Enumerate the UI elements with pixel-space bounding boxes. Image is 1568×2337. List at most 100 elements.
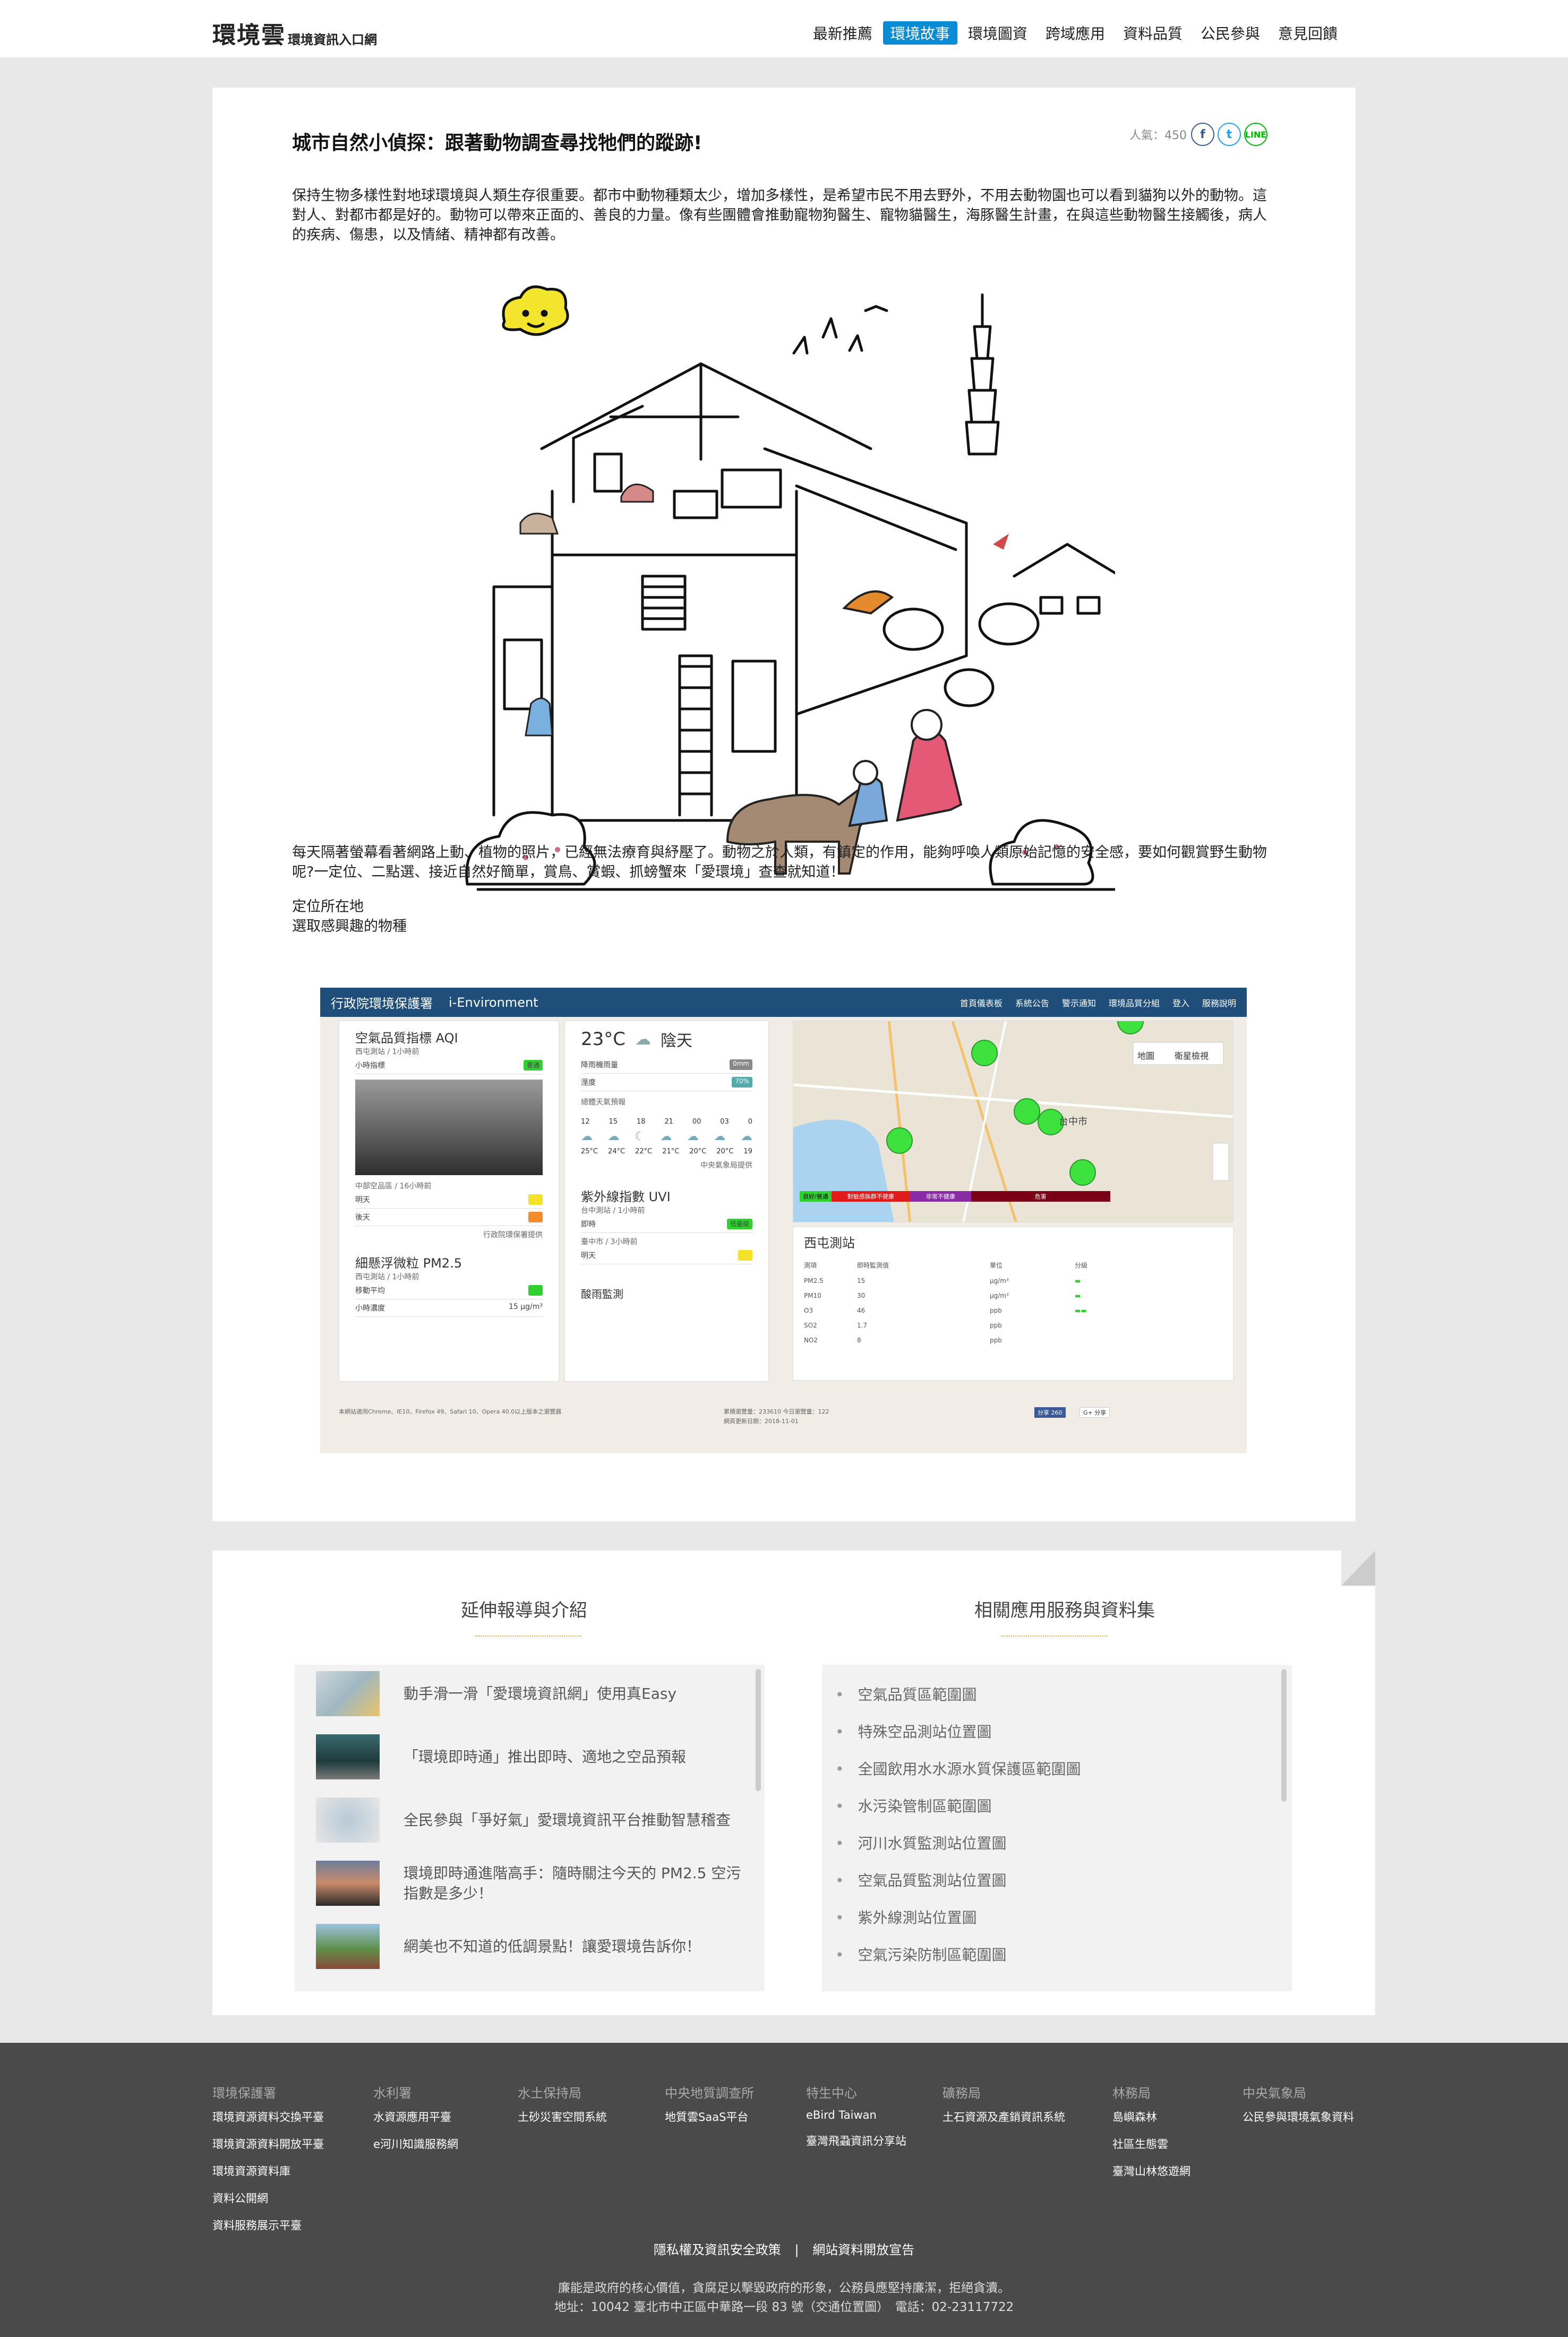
news-list: 動手滑一滑「愛環境資訊網」使用真Easy 「環境即時通」推出即時、適地之空品預報… — [295, 1665, 765, 1991]
facebook-icon[interactable]: f — [1191, 123, 1214, 146]
footer-col-weather: 中央氣象局 公民參與環境氣象資料 — [1243, 2083, 1354, 2136]
footer-link[interactable]: eBird Taiwan — [806, 2109, 906, 2121]
privacy-policy-link[interactable]: 隱私權及資訊安全政策 — [654, 2242, 781, 2257]
nav-item-participation[interactable]: 公民參與 — [1193, 21, 1267, 45]
service-link[interactable]: 空氣污染防制區範圍圖 — [835, 1944, 1007, 1965]
aqi-station: 西屯測站 / 1小時前 — [355, 1048, 419, 1056]
app-link-login[interactable]: 登入 — [1172, 996, 1189, 1009]
news-title[interactable]: 「環境即時通」推出即時、適地之空品預報 — [404, 1747, 743, 1767]
services-scrollbar[interactable] — [1281, 1669, 1287, 1802]
news-item[interactable]: 全民參與「爭好氣」愛環境資訊平台推動智慧稽查 — [316, 1797, 743, 1843]
share-buttons: f t LINE — [1191, 123, 1267, 146]
nav-item-feedback[interactable]: 意見回饋 — [1271, 21, 1345, 45]
news-title[interactable]: 全民參與「爭好氣」愛環境資訊平台推動智慧稽查 — [404, 1810, 743, 1830]
pm25-station: 西屯測站 / 1小時前 — [355, 1273, 419, 1281]
app-link-notice[interactable]: 系統公告 — [1015, 996, 1049, 1009]
service-link[interactable]: 空氣品質監測站位置圖 — [835, 1869, 1007, 1890]
uv-tomorrow: 明天 — [581, 1252, 596, 1260]
temp-label: 20°C — [716, 1148, 734, 1155]
footer-link[interactable]: 環境資源資料交換平臺 — [212, 2109, 324, 2125]
site-logo[interactable]: 環境雲 環境資訊入口網 — [212, 16, 377, 50]
hour-label: 21 — [664, 1118, 673, 1126]
news-item[interactable]: 環境即時通進階高手：隨時關注今天的 PM2.5 空污指數是多少！ — [316, 1861, 743, 1906]
app-link-quality[interactable]: 環境品質分組 — [1109, 996, 1160, 1009]
footer-link[interactable]: 水資源應用平臺 — [373, 2109, 458, 2125]
news-item[interactable]: 網美也不知道的低調景點！讓愛環境告訴你！ — [316, 1924, 743, 1969]
service-link[interactable]: 全國飲用水水源水質保護區範圍圖 — [835, 1758, 1081, 1779]
station-cell: 15 — [857, 1277, 866, 1285]
line-icon[interactable]: LINE — [1244, 123, 1267, 146]
news-scrollbar[interactable] — [756, 1669, 761, 1791]
news-title[interactable]: 環境即時通進階高手：隨時關注今天的 PM2.5 空污指數是多少！ — [404, 1863, 743, 1904]
footer-link[interactable]: 土石資源及產銷資訊系統 — [942, 2109, 1065, 2125]
news-title[interactable]: 網美也不知道的低調景點！讓愛環境告訴你！ — [404, 1937, 743, 1957]
app-link-dashboard[interactable]: 首頁儀表板 — [960, 996, 1003, 1009]
forecast-label: 總體天氣預報 — [581, 1098, 626, 1107]
related-section: 延伸報導與介紹 相關應用服務與資料集 動手滑一滑「愛環境資訊網」使用真Easy … — [212, 1551, 1375, 2015]
footer-link[interactable]: 地質雲SaaS平台 — [665, 2109, 754, 2125]
app-link-alerts[interactable]: 警示通知 — [1062, 996, 1096, 1009]
footer-link[interactable]: 島嶼森林 — [1112, 2109, 1190, 2125]
logo-sub-text: 環境資訊入口網 — [288, 32, 377, 47]
footer-link[interactable]: 公民參與環境氣象資料 — [1243, 2109, 1354, 2125]
station-cell: μg/m³ — [990, 1277, 1009, 1285]
news-thumbnail — [316, 1924, 380, 1969]
weather-panel: 23°C ☁ 陰天 降雨機雨量 0mm 溼度 70% 總體天氣預報 12 15 18 21… — [564, 1021, 769, 1382]
footer-link[interactable]: 臺灣飛蝨資訊分享站 — [806, 2133, 906, 2148]
news-item[interactable]: 「環境即時通」推出即時、適地之空品預報 — [316, 1734, 743, 1779]
station-col: 單位 — [990, 1262, 1003, 1269]
service-link[interactable]: 水污染管制區範圍圖 — [835, 1795, 992, 1816]
pm25-hour-label: 小時濃度 — [355, 1304, 385, 1313]
footer-link[interactable]: 資料服務展示平臺 — [212, 2217, 324, 2233]
news-item[interactable]: 動手滑一滑「愛環境資訊網」使用真Easy — [316, 1671, 743, 1716]
footer-link[interactable]: e河川知識服務網 — [373, 2136, 458, 2152]
nav-item-stories[interactable]: 環境故事 — [882, 21, 957, 45]
nav-item-maps[interactable]: 環境圖資 — [961, 21, 1035, 45]
nav-item-latest[interactable]: 最新推薦 — [806, 21, 880, 45]
temp-label: 20°C — [689, 1148, 707, 1155]
footer-link[interactable]: 社區生態雲 — [1112, 2136, 1190, 2152]
policy-separator: | — [794, 2242, 799, 2257]
hour-label: 15 — [609, 1118, 618, 1126]
uv-station: 台中測站 / 1小時前 — [581, 1206, 645, 1215]
aqi-hour-label: 小時指標 — [355, 1062, 385, 1070]
legend-sensitive: 對敏感族群不健康 — [831, 1191, 910, 1202]
footer-col-forestry: 林務局 島嶼森林 社區生態雲 臺灣山林悠遊網 — [1112, 2083, 1190, 2190]
footer-link[interactable]: 環境資源資料庫 — [212, 2163, 324, 2179]
rain-value: 0mm — [729, 1059, 752, 1070]
gplus-share-button[interactable]: G+ 分享 — [1079, 1407, 1110, 1418]
service-link[interactable]: 特殊空品測站位置圖 — [835, 1720, 992, 1742]
page-fold-corner — [1341, 1551, 1375, 1586]
footer-link[interactable]: 資料公開網 — [212, 2190, 324, 2206]
hour-label: 18 — [636, 1118, 646, 1126]
footer-col-head: 特生中心 — [806, 2086, 857, 2101]
footer-col-head: 中央地質調查所 — [665, 2086, 754, 2101]
footer-col-geology: 中央地質調查所 地質雲SaaS平台 — [665, 2083, 754, 2136]
open-data-link[interactable]: 網站資料開放宣告 — [812, 2242, 914, 2257]
pm25-avg-label: 移動平均 — [355, 1287, 385, 1295]
station-cell: ppb — [990, 1322, 1002, 1329]
twitter-icon[interactable]: t — [1218, 123, 1241, 146]
service-link[interactable]: 空氣品質區範圍圖 — [835, 1683, 977, 1705]
service-link[interactable]: 河川水質監測站位置圖 — [835, 1832, 1007, 1853]
footer-link[interactable]: 臺灣山林悠遊網 — [1112, 2163, 1190, 2179]
aqi-badge: 普通 — [523, 1060, 543, 1071]
news-title[interactable]: 動手滑一滑「愛環境資訊網」使用真Easy — [404, 1684, 743, 1704]
map-tab-map[interactable]: 地圖 — [1137, 1049, 1154, 1062]
footer-link[interactable]: 環境資源資料開放平臺 — [212, 2136, 324, 2152]
map-panel[interactable]: 地圖 衛星檢視 台中市 良好/普通 對敏感族群不健康 非常不健康 危害 — [793, 1021, 1233, 1222]
station-cell: 46 — [857, 1307, 866, 1314]
footer-col-epa: 環境保護署 環境資源資料交換平臺 環境資源資料開放平臺 環境資源資料庫 資料公開… — [212, 2083, 324, 2244]
nav-item-cross-domain[interactable]: 跨域應用 — [1038, 21, 1112, 45]
footer-link[interactable]: 土砂災害空間系統 — [518, 2109, 607, 2125]
legend-good: 良好/普通 — [800, 1191, 832, 1202]
nav-item-data-quality[interactable]: 資料品質 — [1116, 21, 1190, 45]
fb-share-button[interactable]: 分享 260 — [1034, 1407, 1066, 1418]
app-link-help[interactable]: 服務說明 — [1202, 996, 1236, 1009]
station-title: 西屯測站 — [804, 1236, 855, 1251]
service-link[interactable]: 紫外線測站位置圖 — [835, 1906, 977, 1928]
station-cell: ppb — [990, 1307, 1002, 1314]
news-thumbnail — [316, 1734, 380, 1779]
uv-badge: 低量級 — [726, 1219, 752, 1229]
map-tab-satellite[interactable]: 衛星檢視 — [1175, 1049, 1209, 1062]
